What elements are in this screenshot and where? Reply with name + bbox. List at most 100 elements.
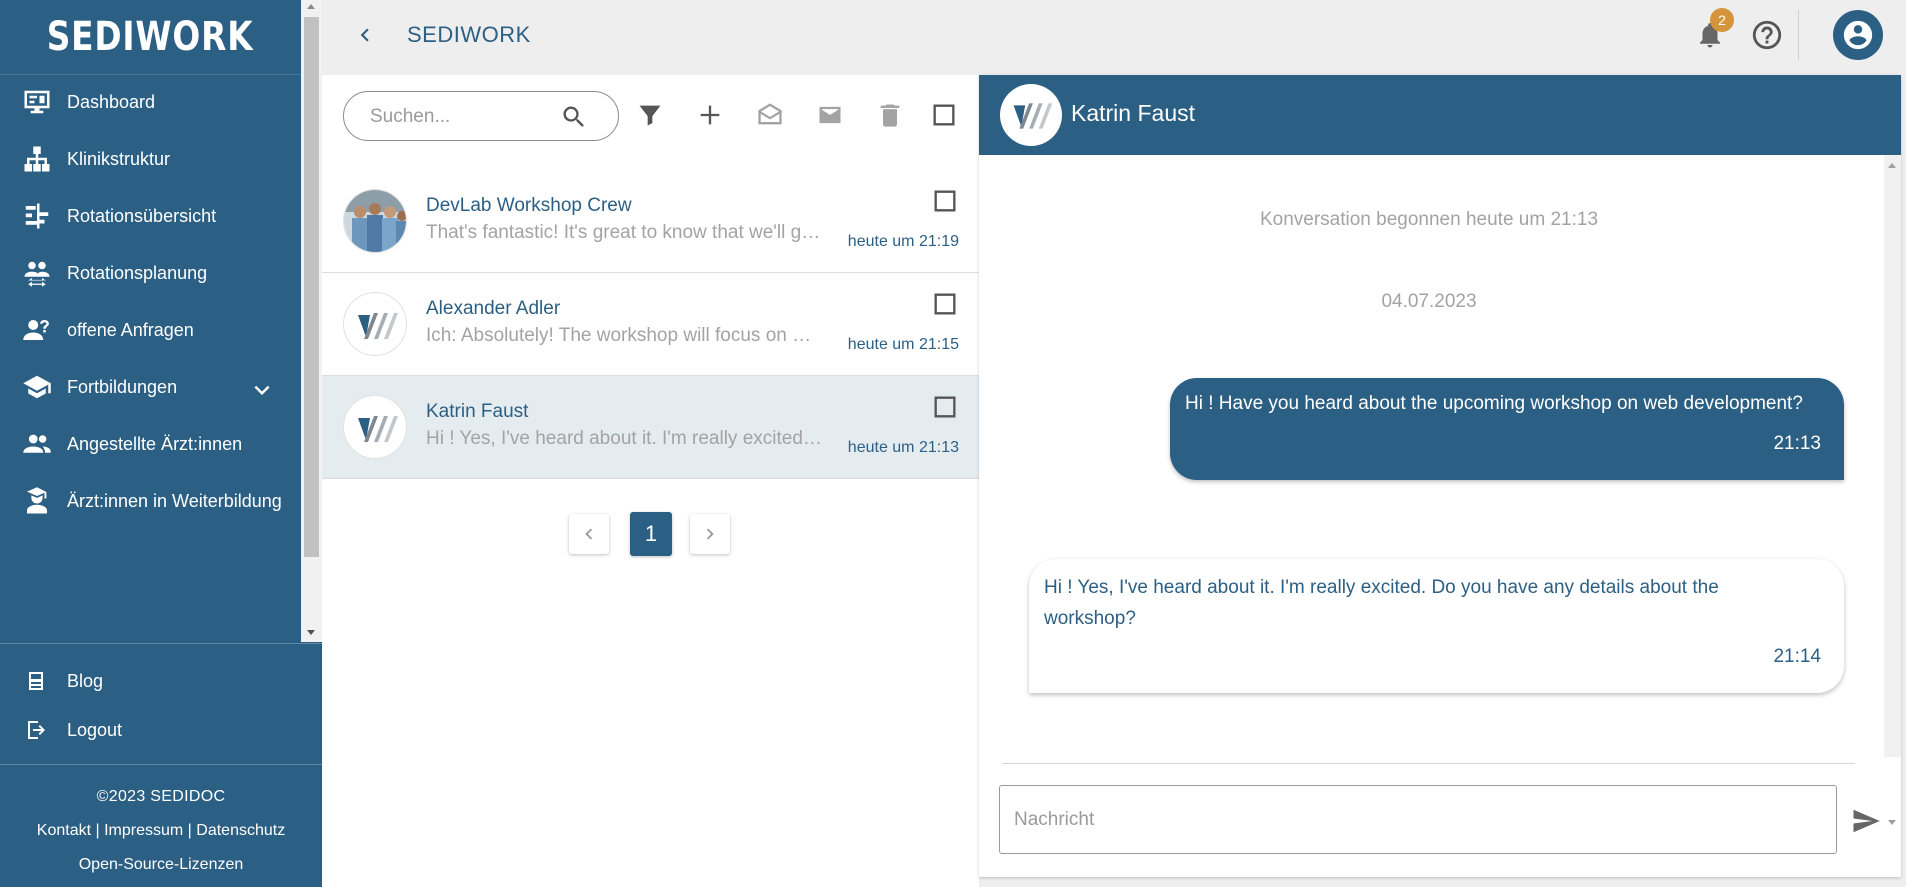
sidebar-item-angestellte[interactable]: Angestellte Ärzt:innen [0,417,301,471]
sidebar-item-rotationsplanung[interactable]: Rotationsplanung [0,246,301,300]
sidebar-item-offene-anfragen[interactable]: offene Anfragen [0,303,301,357]
toolbar-divider [1798,10,1799,60]
mark-read-icon[interactable] [756,101,784,129]
scrollbar-thumb[interactable] [304,17,319,557]
scroll-down-icon[interactable] [307,630,315,635]
conversation-preview: Hi ! Yes, I've heard about it. I'm reall… [426,428,826,449]
pagination-page-button[interactable]: 1 [630,512,672,556]
conversation-preview: Ich: Absolutely! The workshop will focus… [426,325,826,346]
logout-icon [28,721,45,739]
logo[interactable]: SEDIWORK [0,0,301,75]
link-impressum[interactable]: Impressum [104,822,183,839]
sidebar-item-fortbildungen[interactable]: Fortbildungen [0,360,301,414]
link-datenschutz[interactable]: Datenschutz [196,822,285,839]
message-time: 21:13 [1773,433,1821,454]
sidebar: SEDIWORK Dashboard Klinikstruktur Rotati… [0,0,322,887]
conversation-list-panel: DevLab Workshop Crew That's fantastic! I… [322,75,979,887]
chevron-right-icon [706,528,714,540]
conversation-time: heute um 21:19 [847,233,959,250]
rotation-icon [24,261,50,287]
message-bubble-incoming: Hi ! Yes, I've heard about it. I'm reall… [1029,559,1844,693]
help-icon[interactable] [1750,18,1784,52]
sidebar-item-label: offene Anfragen [67,319,194,340]
user-avatar-button[interactable] [1833,10,1883,60]
chevron-left-icon [585,528,593,540]
conversation-name: Katrin Faust [426,401,529,422]
pagination-next-button[interactable] [690,514,730,554]
sidebar-item-dashboard[interactable]: Dashboard [0,75,301,129]
conversation-item[interactable]: Alexander Adler Ich: Absolutely! The wor… [322,273,979,376]
conversation-checkbox[interactable] [931,187,959,215]
logo-text: SEDIWORK [47,14,254,60]
send-icon[interactable] [1851,806,1881,836]
sidebar-item-logout[interactable]: Logout [0,708,322,752]
scroll-up-icon[interactable] [307,4,315,9]
conversation-name: Alexander Adler [426,298,561,319]
sediwork-logo-avatar [343,395,407,459]
copyright: ©2023 SEDIDOC [96,788,226,805]
link-separator: | [91,822,105,839]
message-area: Konversation begonnen heute um 21:13 04.… [979,155,1901,757]
conversation-name: DevLab Workshop Crew [426,195,632,216]
link-open-source[interactable]: Open-Source-Lizenzen [0,856,322,874]
sidebar-divider [0,764,322,765]
select-all-checkbox[interactable] [930,101,958,129]
search-icon[interactable] [560,103,588,131]
sidebar-scrollbar[interactable] [301,0,322,642]
conversation-started-notice: Konversation begonnen heute um 21:13 [1259,209,1599,230]
conversation-preview: That's fantastic! It's great to know tha… [426,222,826,243]
message-input-box[interactable] [999,785,1837,854]
sidebar-item-weiterbildung[interactable]: Ärzt:innen in Weiterbildung [0,474,301,528]
sidebar-item-label: Angestellte Ärzt:innen [67,433,243,454]
chevron-left-icon[interactable] [352,22,378,48]
chat-scrollbar[interactable] [1884,155,1901,825]
sidebar-item-klinikstruktur[interactable]: Klinikstruktur [0,132,301,186]
sitemap-icon [24,146,50,172]
chat-panel: Katrin Faust Konversation begonnen heute… [979,75,1901,877]
group-avatar [343,189,407,253]
link-separator: | [183,822,197,839]
sidebar-item-label: Dashboard [67,91,156,112]
pagination-prev-button[interactable] [569,514,609,554]
account-circle-icon [1843,20,1873,50]
search-input[interactable] [370,104,560,130]
sidebar-item-label: Rotationsplanung [67,262,208,283]
person-question-icon [23,320,49,340]
chat-partner-avatar [1000,84,1062,146]
sidebar-item-blog[interactable]: Blog [0,659,322,703]
conversation-item-active[interactable]: Katrin Faust Hi ! Yes, I've heard about … [322,376,979,479]
add-icon[interactable] [696,101,724,129]
footer-links: Kontakt | Impressum | Datenschutz [0,822,322,840]
delete-icon[interactable] [876,101,904,129]
search-box[interactable] [343,91,619,141]
notification-badge: 2 [1710,8,1734,32]
message-bubble-outgoing: Hi ! Have you heard about the upcoming w… [1170,378,1844,480]
timeline-icon [25,203,49,229]
scroll-down-icon[interactable] [1888,820,1896,825]
sidebar-item-label: Ärzt:innen in Weiterbildung [67,490,282,511]
message-input[interactable] [1014,806,1814,834]
people-icon [23,434,51,453]
top-bar: SEDIWORK 2 [322,0,1906,68]
filter-icon[interactable] [636,101,664,129]
sidebar-item-label: Fortbildungen [67,376,178,397]
sidebar-item-label: Klinikstruktur [67,148,171,169]
page-title: SEDIWORK [407,22,531,47]
sidebar-item-rotationsuebersicht[interactable]: Rotationsübersicht [0,189,301,243]
mark-unread-icon[interactable] [816,101,844,129]
conversation-checkbox[interactable] [931,393,959,421]
conversation-item[interactable]: DevLab Workshop Crew That's fantastic! I… [322,170,979,273]
chevron-down-icon[interactable] [247,375,277,405]
chat-partner-name: Katrin Faust [1071,100,1195,126]
link-kontakt[interactable]: Kontakt [37,822,91,839]
conversation-time: heute um 21:13 [847,439,959,456]
school-icon [23,375,51,399]
message-text: Hi ! Yes, I've heard about it. I'm reall… [1044,577,1719,629]
conversation-time: heute um 21:15 [847,336,959,353]
conversation-checkbox[interactable] [931,290,959,318]
sidebar-item-label: Logout [67,719,123,740]
scroll-up-icon[interactable] [1888,163,1896,168]
composer-divider [1002,763,1855,764]
sediwork-logo-avatar [343,292,407,356]
graduate-icon [27,487,47,514]
